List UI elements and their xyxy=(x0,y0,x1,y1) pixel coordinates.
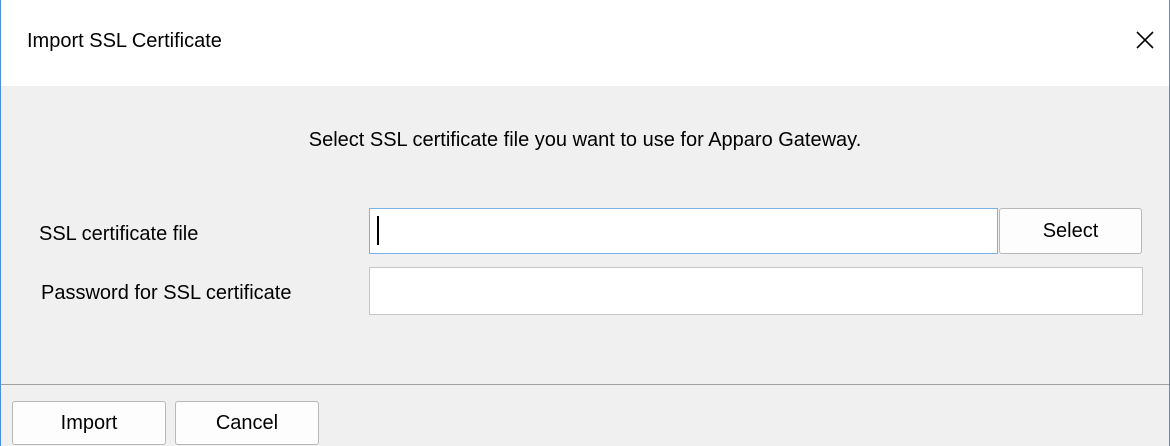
button-bar: Import Cancel xyxy=(1,385,1169,446)
title-bar: Import SSL Certificate xyxy=(1,0,1169,86)
import-button[interactable]: Import xyxy=(12,401,166,445)
import-ssl-dialog: Import SSL Certificate Select SSL certif… xyxy=(0,0,1170,446)
instruction-text: Select SSL certificate file you want to … xyxy=(308,129,862,151)
cert-file-input[interactable] xyxy=(369,208,998,254)
cancel-button[interactable]: Cancel xyxy=(175,401,319,445)
cert-file-label: SSL certificate file xyxy=(39,223,199,245)
select-file-button[interactable]: Select xyxy=(999,208,1142,254)
close-button[interactable] xyxy=(1121,14,1169,66)
dialog-title: Import SSL Certificate xyxy=(27,30,222,52)
text-caret xyxy=(377,216,379,245)
password-input[interactable] xyxy=(369,267,1143,315)
close-icon xyxy=(1136,31,1154,49)
password-label: Password for SSL certificate xyxy=(41,282,292,304)
